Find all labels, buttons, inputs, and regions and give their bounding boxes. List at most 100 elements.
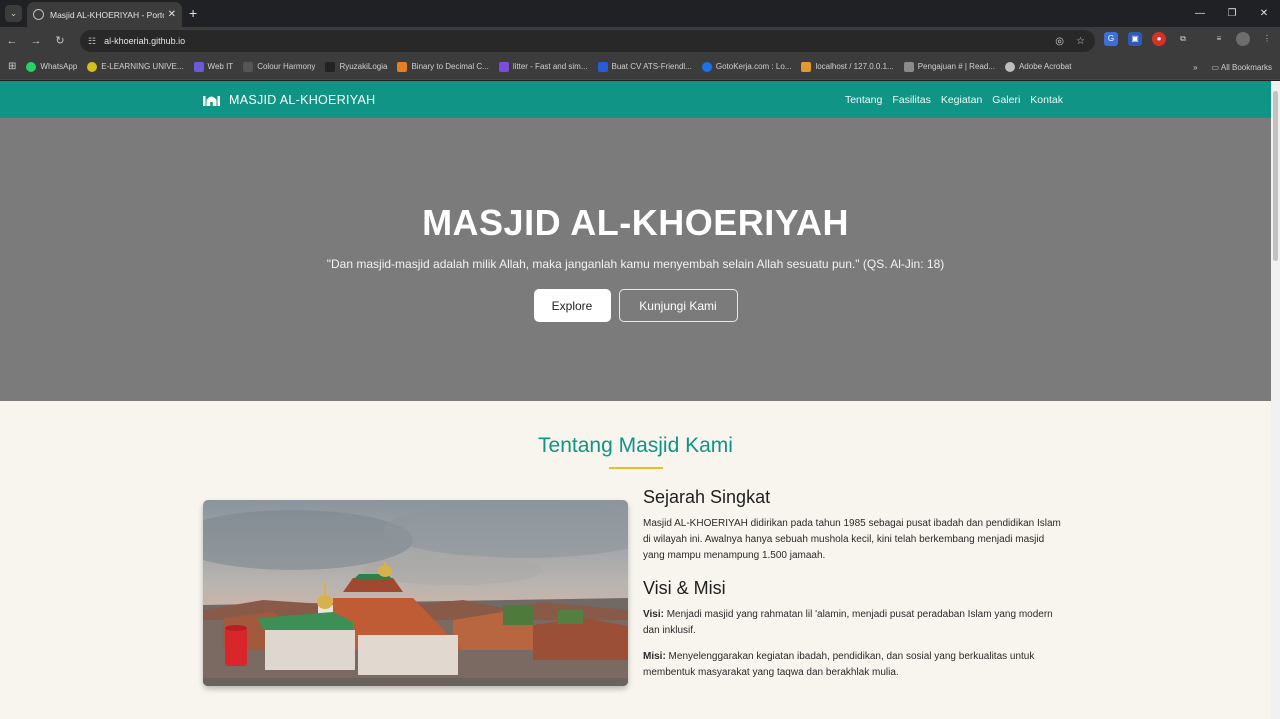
reload-icon[interactable]: ↻	[48, 34, 72, 47]
visit-us-button[interactable]: Kunjungi Kami	[618, 289, 738, 322]
mission-text: Menyelenggarakan kegiatan ibadah, pendid…	[643, 651, 1035, 678]
bookmark-item[interactable]: Buat CV ATS-Friendl...	[597, 61, 692, 72]
puzzle-icon[interactable]: ⧉	[1176, 32, 1190, 46]
nav-link-galeri[interactable]: Galeri	[992, 94, 1020, 106]
bookmark-star-icon[interactable]: ☆	[1076, 36, 1085, 47]
section-title: Tentang Masjid Kami	[538, 434, 733, 457]
bookmark-favicon-icon	[243, 61, 254, 72]
vision-label: Visi:	[643, 609, 664, 620]
minimize-icon[interactable]: —	[1184, 0, 1216, 27]
history-title: Sejarah Singkat	[643, 487, 771, 507]
tab-title: Masjid AL-KHOERIYAH - Portofolio	[50, 9, 164, 20]
bookmark-label: GotoKerja.com : Lo...	[715, 62, 792, 71]
translate-extension-icon[interactable]: G	[1104, 32, 1118, 46]
bookmark-item[interactable]: Binary to Decimal C...	[397, 61, 489, 72]
back-icon[interactable]: ←	[0, 35, 24, 47]
bookmark-item[interactable]: Pengajuan # | Read...	[903, 61, 995, 72]
globe-icon	[33, 9, 44, 20]
hero-quote: "Dan masjid-masjid adalah milik Allah, m…	[326, 257, 945, 271]
browser-tab[interactable]: Masjid AL-KHOERIYAH - Portofolio ✕	[27, 2, 182, 27]
extension-icon[interactable]: ▣	[1128, 32, 1142, 46]
bookmark-favicon-icon	[193, 61, 204, 72]
site-brand[interactable]: MASJID AL-KHOERIYAH	[203, 81, 375, 118]
mission-paragraph: Misi: Menyelenggarakan kegiatan ibadah, …	[643, 649, 1068, 681]
eye-off-icon[interactable]: ◎	[1055, 36, 1064, 47]
bookmark-favicon-icon	[87, 61, 98, 72]
nav-links: Tentang Fasilitas Kegiatan Galeri Kontak	[845, 81, 1063, 118]
bookmark-label: WhatsApp	[40, 62, 78, 71]
browser-toolbar: ← → ↻ ☷ al-khoeriah.github.io ◎ ☆ G ▣ ● …	[0, 27, 1280, 54]
bookmark-label: Buat CV ATS-Friendl...	[611, 62, 692, 71]
mosque-photo	[203, 500, 628, 686]
hero-buttons: Explore Kunjungi Kami	[0, 289, 1271, 322]
bookmark-label: RyuzakiLogia	[339, 62, 388, 71]
bookmark-label: litter - Fast and sim...	[512, 62, 588, 71]
hero-title: MASJID AL-KHOERIYAH	[422, 202, 849, 243]
bookmark-favicon-icon	[903, 61, 914, 72]
explore-button[interactable]: Explore	[533, 289, 611, 322]
bookmark-favicon-icon	[26, 61, 37, 72]
bookmark-item[interactable]: E-LEARNING UNIVE...	[87, 61, 184, 72]
bookmark-label: localhost / 127.0.0.1...	[815, 62, 894, 71]
browser-tab-strip: ⌄ Masjid AL-KHOERIYAH - Portofolio ✕ + —…	[0, 0, 1280, 27]
hero-section: MASJID AL-KHOERIYAH "Dan masjid-masjid a…	[0, 118, 1280, 401]
address-bar[interactable]: ☷ al-khoeriah.github.io ◎ ☆	[80, 30, 1095, 52]
bookmark-item[interactable]: WhatsApp	[26, 61, 78, 72]
bookmark-label: Adobe Acrobat	[1018, 62, 1072, 71]
bookmark-favicon-icon	[498, 61, 509, 72]
extension-icon[interactable]: ●	[1152, 32, 1166, 46]
close-tab-icon[interactable]: ✕	[168, 9, 176, 20]
bookmark-label: Colour Harmony	[257, 62, 316, 71]
vision-mission-title: Visi & Misi	[643, 578, 726, 598]
new-tab-icon[interactable]: +	[189, 5, 197, 21]
window-controls: — ❐ ✕	[1184, 0, 1280, 27]
bookmark-item[interactable]: litter - Fast and sim...	[498, 61, 588, 72]
nav-link-fasilitas[interactable]: Fasilitas	[892, 94, 931, 106]
all-bookmarks-label: All Bookmarks	[1220, 62, 1272, 72]
nav-link-kegiatan[interactable]: Kegiatan	[941, 94, 982, 106]
bookmark-item[interactable]: Web IT	[193, 61, 234, 72]
tab-search-icon[interactable]: ⌄	[5, 5, 22, 22]
apps-icon[interactable]: ⊞	[8, 61, 16, 72]
bookmark-item[interactable]: Adobe Acrobat	[1004, 61, 1072, 72]
scrollbar-thumb[interactable]	[1273, 91, 1278, 261]
vision-paragraph: Visi: Menjadi masjid yang rahmatan lil '…	[643, 607, 1068, 639]
page-viewport: MASJID AL-KHOERIYAH Tentang Fasilitas Ke…	[0, 81, 1280, 719]
bookmark-label: Web IT	[207, 62, 234, 71]
bookmark-favicon-icon	[597, 61, 608, 72]
bookmark-label: Binary to Decimal C...	[411, 62, 489, 71]
mission-label: Misi:	[643, 651, 666, 662]
nav-link-tentang[interactable]: Tentang	[845, 94, 882, 106]
title-underline	[609, 467, 663, 469]
mosque-logo-icon	[203, 96, 220, 106]
brand-name: MASJID AL-KHOERIYAH	[229, 92, 376, 107]
bookmark-item[interactable]: RyuzakiLogia	[325, 61, 388, 72]
bookmark-item[interactable]: localhost / 127.0.0.1...	[801, 61, 894, 72]
url-text: al-khoeriah.github.io	[104, 36, 186, 46]
history-text: Masjid AL-KHOERIYAH didirikan pada tahun…	[643, 518, 1061, 561]
about-section: Tentang Masjid Kami Sejarah Singkat Masj…	[0, 401, 1280, 719]
all-bookmarks-button[interactable]: ▭ All Bookmarks	[1212, 63, 1272, 72]
more-bookmarks-icon[interactable]: »	[1193, 63, 1197, 72]
avatar[interactable]	[1236, 32, 1250, 46]
bookmark-item[interactable]: GotoKerja.com : Lo...	[701, 61, 792, 72]
site-navbar: MASJID AL-KHOERIYAH Tentang Fasilitas Ke…	[0, 81, 1280, 118]
nav-link-kontak[interactable]: Kontak	[1030, 94, 1063, 106]
menu-icon[interactable]: ⋮	[1260, 32, 1274, 46]
restore-icon[interactable]: ❐	[1216, 0, 1248, 27]
vision-text: Menjadi masjid yang rahmatan lil 'alamin…	[643, 609, 1053, 636]
bookmark-favicon-icon	[325, 61, 336, 72]
forward-icon[interactable]: →	[24, 35, 48, 47]
tab-list-icon[interactable]: ≡	[1212, 32, 1226, 46]
site-info-icon[interactable]: ☷	[88, 36, 96, 47]
bookmark-favicon-icon	[801, 61, 812, 72]
close-window-icon[interactable]: ✕	[1248, 0, 1280, 27]
bookmark-favicon-icon	[1004, 61, 1015, 72]
bookmark-favicon-icon	[701, 61, 712, 72]
bookmark-item[interactable]: Colour Harmony	[243, 61, 316, 72]
page-scrollbar[interactable]	[1271, 81, 1280, 719]
about-text: Sejarah Singkat Masjid AL-KHOERIYAH didi…	[643, 487, 1068, 691]
bookmark-label: Pengajuan # | Read...	[917, 62, 995, 71]
bookmark-label: E-LEARNING UNIVE...	[101, 62, 184, 71]
bookmarks-bar: ⊞ WhatsApp E-LEARNING UNIVE... Web IT Co…	[0, 54, 1280, 80]
